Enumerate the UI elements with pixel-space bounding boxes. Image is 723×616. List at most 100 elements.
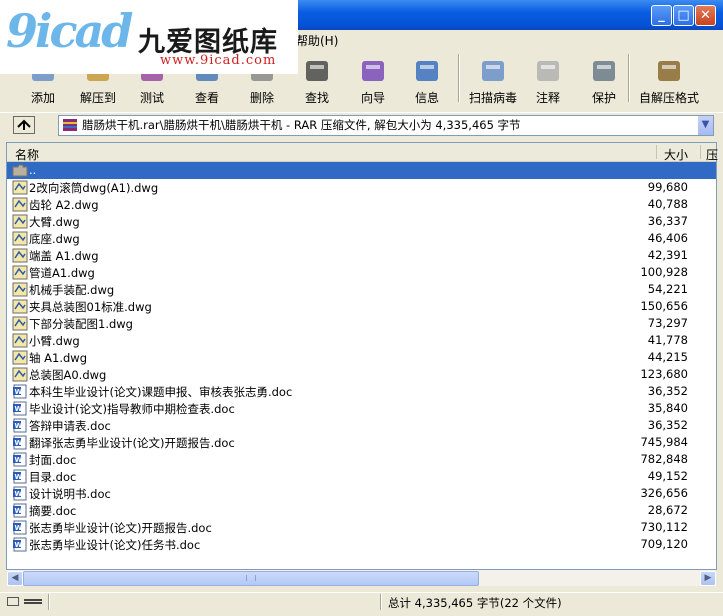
column-divider[interactable] (700, 145, 701, 159)
word-doc-icon: W (13, 469, 27, 484)
toolbar-label: 保护 (591, 91, 616, 105)
file-name: 答辩申请表.doc (29, 419, 111, 433)
file-row[interactable]: W 设计说明书.doc 326,656 (7, 485, 716, 502)
column-divider[interactable] (656, 145, 657, 159)
scroll-grip-icon (246, 575, 256, 581)
column-header-name[interactable]: 名称 (15, 146, 39, 163)
info-icon (416, 61, 438, 81)
scroll-right-button[interactable]: ▶ (700, 571, 716, 586)
file-size: 42,391 (647, 248, 688, 262)
file-row[interactable]: W 张志勇毕业设计(论文)任务书.doc 709,120 (7, 536, 716, 553)
dwg-file-icon (12, 214, 28, 229)
dwg-file-icon (12, 367, 28, 382)
word-doc-icon: W (13, 486, 27, 501)
dwg-file-icon (12, 197, 28, 212)
logo-url: www.9icad.com (160, 53, 277, 68)
file-name: 目录.doc (29, 470, 77, 484)
file-name: 张志勇毕业设计(论文)开题报告.doc (29, 521, 212, 535)
file-row[interactable]: 2改向滚筒dwg(A1).dwg 99,680 (7, 179, 716, 196)
file-row[interactable]: 端盖 A1.dwg 42,391 (7, 247, 716, 264)
toolbar-button-9[interactable]: 注释 (520, 50, 576, 106)
file-name: 底座.dwg (29, 232, 80, 246)
sfx-icon (658, 61, 680, 81)
file-size: 28,672 (647, 503, 688, 517)
file-name: 本科生毕业设计(论文)课题申报、审核表张志勇.doc (29, 385, 293, 399)
up-folder-button[interactable] (13, 116, 35, 134)
dwg-file-icon (12, 333, 28, 348)
toolbar-label: 信息 (414, 91, 439, 105)
file-name: 夹具总装图01标准.dwg (29, 300, 152, 314)
file-size: 100,928 (640, 265, 688, 279)
file-row[interactable]: .. (7, 162, 716, 179)
file-row[interactable]: 夹具总装图01标准.dwg 150,656 (7, 298, 716, 315)
minimize-button[interactable]: _ (651, 5, 672, 26)
file-row[interactable]: W 本科生毕业设计(论文)课题申报、审核表张志勇.doc 36,352 (7, 383, 716, 400)
close-button[interactable]: ✕ (695, 5, 716, 26)
file-size: 49,152 (647, 469, 688, 483)
column-header-size[interactable]: 大小 (664, 146, 688, 163)
file-size: 709,120 (640, 537, 688, 551)
toolbar-button-6[interactable]: 向导 (344, 50, 402, 106)
svg-text:W: W (15, 524, 23, 532)
file-row[interactable]: W 答辩申请表.doc 36,352 (7, 417, 716, 434)
scroll-left-button[interactable]: ◀ (7, 571, 23, 586)
file-rows: .. 2改向滚筒dwg(A1).dwg 99,680 齿轮 A2.dwg 40,788 大… (7, 162, 716, 553)
file-row[interactable]: W 翻译张志勇毕业设计(论文)开题报告.doc 745,984 (7, 434, 716, 451)
chevron-down-icon: ▼ (701, 119, 710, 130)
file-row[interactable]: 管道A1.dwg 100,928 (7, 264, 716, 281)
file-row[interactable]: W 摘要.doc 28,672 (7, 502, 716, 519)
file-name: 设计说明书.doc (29, 487, 111, 501)
word-doc-icon: W (13, 503, 27, 518)
toolbar-label: 注释 (535, 91, 560, 105)
file-row[interactable]: W 张志勇毕业设计(论文)开题报告.doc 730,112 (7, 519, 716, 536)
menu-help[interactable]: 帮助(H) (296, 32, 338, 49)
file-size: 44,215 (647, 350, 688, 364)
file-row[interactable]: 底座.dwg 46,406 (7, 230, 716, 247)
file-row[interactable]: 齿轮 A2.dwg 40,788 (7, 196, 716, 213)
toolbar-button-7[interactable]: 信息 (398, 50, 456, 106)
list-header (7, 143, 716, 162)
file-size: 730,112 (640, 520, 688, 534)
file-name: 轴 A1.dwg (29, 351, 87, 365)
file-name: 管道A1.dwg (29, 266, 95, 280)
file-row[interactable]: W 封面.doc 782,848 (7, 451, 716, 468)
file-row[interactable]: 大臂.dwg 36,337 (7, 213, 716, 230)
file-row[interactable]: 下部分装配图1.dwg 73,297 (7, 315, 716, 332)
file-name: 毕业设计(论文)指导教师中期检查表.doc (29, 402, 235, 416)
file-row[interactable]: W 目录.doc 49,152 (7, 468, 716, 485)
file-row[interactable]: W 毕业设计(论文)指导教师中期检查表.doc 35,840 (7, 400, 716, 417)
svg-text:W: W (15, 490, 23, 498)
dwg-file-icon (12, 248, 28, 263)
wizard-icon (362, 61, 384, 81)
file-row[interactable]: 小臂.dwg 41,778 (7, 332, 716, 349)
svg-text:W: W (15, 473, 23, 481)
file-name: 大臂.dwg (29, 215, 80, 229)
file-name: 摘要.doc (29, 504, 77, 518)
toolbar-button-8[interactable]: 扫描病毒 (464, 50, 522, 106)
word-doc-icon: W (13, 384, 27, 399)
svg-text:W: W (15, 456, 23, 464)
file-name: 小臂.dwg (29, 334, 80, 348)
maximize-button[interactable]: □ (673, 5, 694, 26)
status-bar (0, 592, 723, 613)
toolbar-button-11[interactable]: 自解压格式 (636, 50, 702, 106)
svg-text:W: W (15, 388, 23, 396)
file-size: 46,406 (647, 231, 688, 245)
file-name: 总装图A0.dwg (29, 368, 107, 382)
file-size: 150,656 (640, 299, 688, 313)
file-row[interactable]: 机械手装配.dwg 54,221 (7, 281, 716, 298)
file-row[interactable]: 轴 A1.dwg 44,215 (7, 349, 716, 366)
svg-text:W: W (15, 541, 23, 549)
column-header-packed[interactable]: 压 (706, 146, 718, 163)
archive-path-text: 腊肠烘干机.rar\腊肠烘干机\腊肠烘干机 - RAR 压缩文件, 解包大小为 … (82, 118, 521, 132)
protect-icon (593, 61, 615, 81)
file-size: 123,680 (640, 367, 688, 381)
path-dropdown-button[interactable]: ▼ (697, 116, 713, 135)
toolbar-button-10[interactable]: 保护 (576, 50, 632, 106)
svg-text:W: W (15, 439, 23, 447)
file-row[interactable]: 总装图A0.dwg 123,680 (7, 366, 716, 383)
svg-text:W: W (15, 405, 23, 413)
word-doc-icon: W (13, 418, 27, 433)
word-doc-icon: W (13, 520, 27, 535)
file-size: 326,656 (640, 486, 688, 500)
